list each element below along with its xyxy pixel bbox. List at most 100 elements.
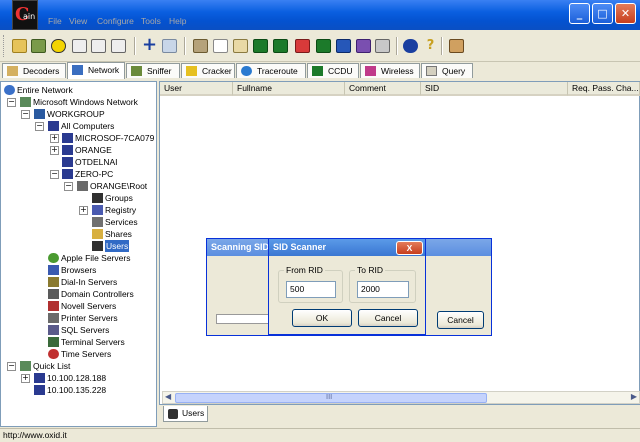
tree-item-computer[interactable]: OTDELNAI xyxy=(62,156,152,168)
challenge-spoof-ntlm-icon[interactable] xyxy=(111,39,126,53)
lsa-icon[interactable] xyxy=(233,39,248,53)
ccdu-icon xyxy=(312,66,323,76)
help-icon[interactable] xyxy=(403,39,418,53)
network-tree[interactable]: Entire Network − Microsoft Windows Netwo… xyxy=(0,81,157,427)
ok-button[interactable]: OK xyxy=(292,309,352,327)
tree-item-quick-list[interactable]: Quick List xyxy=(20,360,120,372)
hash-icon[interactable] xyxy=(273,39,288,53)
info-icon[interactable] xyxy=(375,39,390,53)
radiation-icon[interactable] xyxy=(51,39,66,53)
minimize-button[interactable]: _ xyxy=(569,3,590,24)
open-folder-icon[interactable] xyxy=(12,39,27,53)
menu-configure[interactable]: Configure xyxy=(97,16,134,26)
tab-network[interactable]: Network xyxy=(67,62,125,79)
tab-query[interactable]: Query xyxy=(421,63,473,78)
column-header-comment[interactable]: Comment xyxy=(345,82,421,96)
tab-sniffer[interactable]: Sniffer xyxy=(126,63,180,78)
tab-wireless[interactable]: Wireless xyxy=(360,63,420,78)
maximize-button[interactable]: □ xyxy=(592,3,613,24)
computer-icon xyxy=(34,373,45,383)
tree-item-orange-root[interactable]: ORANGE\Root xyxy=(77,180,156,192)
tab-cracker[interactable]: Cracker xyxy=(181,63,235,78)
toolbar-grip[interactable] xyxy=(3,35,6,57)
base64-icon[interactable] xyxy=(213,39,228,53)
bruteforce-icon[interactable] xyxy=(193,39,208,53)
help-question-icon[interactable]: ? xyxy=(423,39,438,53)
tree-item-shares[interactable]: Shares xyxy=(92,228,152,240)
tree-item-computer[interactable]: ZERO-PC xyxy=(62,168,152,180)
status-bar: http://www.oxid.it xyxy=(0,428,640,442)
to-rid-group: To RID 2000 xyxy=(349,265,416,303)
close-dialog-button[interactable]: X xyxy=(396,241,423,255)
menu-view[interactable]: View xyxy=(69,16,87,26)
column-header-sid[interactable]: SID xyxy=(421,82,568,96)
exit-icon[interactable] xyxy=(449,39,464,53)
tree-item-server-type[interactable]: Terminal Servers xyxy=(48,336,148,348)
from-rid-input[interactable]: 500 xyxy=(286,281,336,298)
sniffer-card-icon[interactable] xyxy=(31,39,46,53)
scroll-left-arrow-icon[interactable]: ◀ xyxy=(165,392,171,401)
collapse-toggle[interactable]: − xyxy=(21,110,30,119)
column-header-user[interactable]: User xyxy=(160,82,233,96)
tree-item-server-type[interactable]: Domain Controllers xyxy=(48,288,148,300)
tab-users[interactable]: Users xyxy=(163,406,208,422)
horizontal-scrollbar[interactable]: III ◀ ▶ xyxy=(162,391,640,404)
tree-item-computer[interactable]: ORANGE xyxy=(62,144,152,156)
to-rid-input[interactable]: 2000 xyxy=(357,281,409,298)
tree-item-all-computers[interactable]: All Computers xyxy=(48,120,148,132)
expand-toggle[interactable]: + xyxy=(50,134,59,143)
query-icon xyxy=(426,66,437,76)
collapse-toggle[interactable]: − xyxy=(50,170,59,179)
config-icon[interactable] xyxy=(356,39,371,53)
tree-label: OTDELNAI xyxy=(75,157,118,167)
scrollbar-thumb[interactable]: III xyxy=(175,393,487,403)
add-icon[interactable]: + xyxy=(142,36,157,54)
column-header-req-pass-change[interactable]: Req. Pass. Cha... xyxy=(568,82,640,96)
expand-toggle[interactable]: + xyxy=(21,374,30,383)
tree-item-workgroup[interactable]: WORKGROUP xyxy=(34,108,154,120)
tree-item-server-type[interactable]: Printer Servers xyxy=(48,312,148,324)
cancel-button[interactable]: Cancel xyxy=(358,309,418,327)
expand-toggle[interactable]: + xyxy=(50,146,59,155)
tab-label: Users xyxy=(182,408,205,418)
collapse-toggle[interactable]: − xyxy=(7,362,16,371)
collapse-toggle[interactable]: − xyxy=(35,122,44,131)
cancel-scan-button[interactable]: Cancel xyxy=(437,311,484,329)
tree-item-server-type[interactable]: Browsers xyxy=(48,264,148,276)
tree-item-groups[interactable]: Groups xyxy=(92,192,152,204)
rdp-icon[interactable] xyxy=(295,39,310,53)
column-header-fullname[interactable]: Fullname xyxy=(233,82,345,96)
collapse-toggle[interactable]: − xyxy=(64,182,73,191)
tab-traceroute[interactable]: Traceroute xyxy=(236,63,306,78)
delete-icon[interactable] xyxy=(162,39,177,53)
cisco-icon[interactable] xyxy=(336,39,351,53)
tree-item-host[interactable]: 10.100.135.228 xyxy=(34,384,144,396)
tab-decoders[interactable]: Decoders xyxy=(2,63,66,78)
tree-item-services[interactable]: Services xyxy=(92,216,152,228)
tree-item-server-type[interactable]: Dial-In Servers xyxy=(48,276,148,288)
challenge-spoof-reset-icon[interactable] xyxy=(91,39,106,53)
tab-ccdu[interactable]: CCDU xyxy=(307,63,359,78)
collapse-toggle[interactable]: − xyxy=(7,98,16,107)
tree-item-users[interactable]: Users xyxy=(92,240,152,252)
menu-tools[interactable]: Tools xyxy=(141,16,161,26)
tree-item-server-type[interactable]: Apple File Servers xyxy=(48,252,148,264)
tree-item-server-type[interactable]: SQL Servers xyxy=(48,324,148,336)
tree-item-computer[interactable]: MICROSOF-7CA079 xyxy=(62,132,156,144)
cd-icon[interactable] xyxy=(316,39,331,53)
tree-label: Time Servers xyxy=(61,349,112,359)
tree-item-server-type[interactable]: Time Servers xyxy=(48,348,148,360)
menu-file[interactable]: File xyxy=(48,16,62,26)
tree-item-registry[interactable]: Registry xyxy=(92,204,152,216)
cracker-icon xyxy=(186,66,197,76)
close-button[interactable]: ✕ xyxy=(615,3,636,24)
tree-item-ms-network[interactable]: Microsoft Windows Network xyxy=(20,96,156,108)
tree-item-host[interactable]: 10.100.128.188 xyxy=(34,372,144,384)
tree-item-server-type[interactable]: Novell Servers xyxy=(48,300,148,312)
scroll-right-arrow-icon[interactable]: ▶ xyxy=(631,392,637,401)
ntlm-auth-icon[interactable] xyxy=(72,39,87,53)
expand-toggle[interactable]: + xyxy=(79,206,88,215)
tree-item-entire-network[interactable]: Entire Network xyxy=(4,84,154,96)
menu-help[interactable]: Help xyxy=(169,16,186,26)
network-icon[interactable] xyxy=(253,39,268,53)
